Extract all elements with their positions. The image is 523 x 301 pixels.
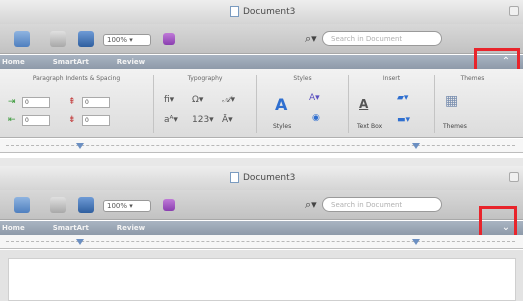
sidebar-icon[interactable] [14,197,30,213]
indent-right-icon: ⇤ [8,115,16,125]
change-case-icon[interactable]: A▾ [309,93,320,103]
window-title: Document3 [230,6,295,17]
typography-group-label: Typography [187,75,223,82]
search-input[interactable]: Search in Document [322,197,442,212]
ruler-right-marker[interactable] [412,143,420,149]
title-bar: Document3 [0,166,523,190]
styles-button-label: Styles [273,123,292,130]
tab-home[interactable]: Home [0,224,39,232]
indent-left-spinner[interactable]: 0 [22,97,50,108]
ruler[interactable] [0,235,523,249]
ribbon-tabs: Home SmartArt Review ⌃ [0,55,523,69]
print-icon[interactable] [50,197,66,213]
top-window: Document3 100% ▾ ⌕▾ Search in Document H… [0,0,523,158]
spacing-after-spinner[interactable]: 0 [82,115,110,126]
themes-icon[interactable]: ▦ [445,93,458,109]
search-area: ⌕▾ Search in Document [305,197,442,212]
search-icon[interactable]: ⌕▾ [305,198,319,212]
window-title-text: Document3 [243,6,296,17]
ruler-indent-marker[interactable] [76,143,84,149]
ribbon: Paragraph Indents & Spacing ⇥ 0 ⇞ 0 ⇤ 0 … [0,69,523,138]
text-effect-icon[interactable]: Ȃ▾ [222,115,233,125]
picture-icon[interactable]: ▰▾ [397,93,408,103]
spacing-before-icon: ⇞ [68,97,76,107]
zoom-value: 100% [107,36,128,44]
text-box-icon[interactable]: A [359,97,368,111]
tab-review[interactable]: Review [103,224,159,232]
color-icon[interactable]: ◉ [312,113,320,123]
styles-icon[interactable]: A [275,95,287,114]
number-style-icon[interactable]: 123▾ [192,115,214,125]
bottom-window: Document3 100% ▾ ⌕▾ Search in Document H… [0,166,523,301]
stylistic-set-icon[interactable]: Ω▾ [192,95,203,105]
text-box-button-label: Text Box [357,123,383,130]
search-area: ⌕▾ Search in Document [305,31,442,46]
layout-icon[interactable] [78,197,94,213]
paragraph-group: Paragraph Indents & Spacing ⇥ 0 ⇞ 0 ⇤ 0 … [0,75,154,133]
themes-group-label: Themes [460,75,485,82]
standard-toolbar: 100% ▾ ⌕▾ Search in Document [0,24,523,54]
document-icon [230,172,239,183]
tab-smartart[interactable]: SmartArt [39,58,103,66]
spacing-after-icon: ⇟ [68,115,76,125]
ruler-indent-marker[interactable] [76,239,84,245]
themes-group: Themes ▦ Themes [435,75,510,133]
separator [0,158,523,166]
search-icon[interactable]: ⌕▾ [305,32,319,46]
toolbar-toggle-button[interactable] [509,6,519,16]
insert-group-label: Insert [382,75,401,82]
insert-group: Insert A Text Box ▰▾ ▬▾ [349,75,435,133]
paragraph-group-label: Paragraph Indents & Spacing [32,75,121,82]
sidebar-icon[interactable] [14,31,30,47]
styles-group-label: Styles [293,75,312,82]
window-title-text: Document3 [243,172,296,183]
layout-icon[interactable] [78,31,94,47]
title-bar: Document3 [0,0,523,24]
print-icon[interactable] [50,31,66,47]
search-input[interactable]: Search in Document [322,31,442,46]
themes-button-label: Themes [443,123,467,130]
help-icon[interactable] [163,33,175,45]
document-icon [230,6,239,17]
zoom-value: 100% [107,202,128,210]
spacing-before-spinner[interactable]: 0 [82,97,110,108]
ligatures-icon[interactable]: fi▾ [164,95,174,105]
typography-group: Typography fi▾ Ω▾ 𝒜▾ aᴬ▾ 123▾ Ȃ▾ [154,75,257,133]
standard-toolbar: 100% ▾ ⌕▾ Search in Document [0,190,523,220]
shape-icon[interactable]: ▬▾ [397,115,410,125]
swash-icon[interactable]: 𝒜▾ [222,95,235,105]
small-caps-icon[interactable]: aᴬ▾ [164,115,178,125]
tab-review[interactable]: Review [103,58,159,66]
document-page[interactable] [8,258,516,301]
toolbar-toggle-button[interactable] [509,172,519,182]
tab-home[interactable]: Home [0,58,39,66]
ribbon-tabs: Home SmartArt Review ⌄ [0,221,523,235]
indent-right-spinner[interactable]: 0 [22,115,50,126]
document-area [0,250,523,301]
ruler-right-marker[interactable] [412,239,420,245]
styles-group: Styles A Styles A▾ ◉ [257,75,349,133]
zoom-select[interactable]: 100% ▾ [103,34,151,46]
window-title: Document3 [230,172,295,183]
ruler[interactable] [0,139,523,153]
help-icon[interactable] [163,199,175,211]
zoom-select[interactable]: 100% ▾ [103,200,151,212]
indent-left-icon: ⇥ [8,97,16,107]
tab-smartart[interactable]: SmartArt [39,224,103,232]
